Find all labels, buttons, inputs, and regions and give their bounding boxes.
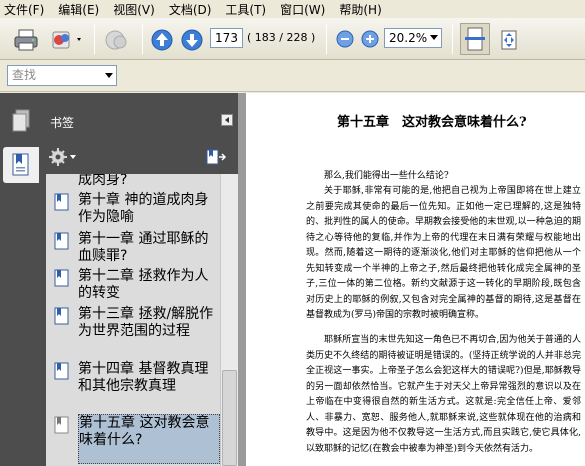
menu-file[interactable]: 文件(F) (4, 1, 44, 18)
bookmark-expand-icon (206, 149, 227, 165)
bookmark-item[interactable]: 成肉身? (78, 174, 220, 189)
expand-bookmark-button[interactable] (204, 147, 228, 167)
bookmark-icon (12, 153, 29, 176)
pages-icon (105, 30, 127, 50)
pages-button[interactable] (102, 27, 132, 53)
fit-width-button[interactable] (460, 23, 490, 55)
menu-bar: 文件(F) 编辑(E) 视图(V) 文档(D) 工具(T) 窗口(W) 帮助(H… (0, 0, 585, 18)
collapse-panel-button[interactable] (221, 114, 233, 126)
bookmark-item[interactable]: 第十二章 拯救作为人的转变 (78, 268, 220, 302)
collaborate-button[interactable] (48, 27, 86, 53)
options-button[interactable] (48, 147, 78, 167)
menu-edit[interactable]: 编辑(E) (58, 1, 99, 18)
print-button[interactable] (12, 27, 40, 53)
bookmark-item[interactable]: 第十一章 通过耶稣的血赎罪? (78, 231, 220, 265)
collaborate-icon (52, 31, 81, 49)
bookmark-label: 第十二章 拯救作为人的转变 (78, 268, 209, 301)
bookmark-icon (54, 232, 69, 250)
bookmark-label: 第十四章 基督教真理和其他宗教真理 (78, 361, 209, 394)
panel-title: 书签 (50, 116, 75, 130)
toolbar-separator (326, 24, 327, 54)
previous-page-button[interactable] (150, 27, 174, 53)
scrollbar-thumb[interactable] (222, 370, 237, 466)
bookmark-item[interactable]: 第十四章 基督教真理和其他宗教真理 (78, 361, 220, 395)
menu-tools[interactable]: 工具(T) (225, 1, 266, 18)
zoom-out-icon (336, 30, 354, 48)
paragraph: 那么,我们能得出一些什么结论? (324, 171, 449, 181)
zoom-in-button[interactable] (360, 29, 380, 49)
bookmark-item[interactable]: 第十三章 拯救/解脱作为世界范围的过程 (78, 306, 220, 340)
find-placeholder: 查找 (12, 68, 37, 82)
page-count: ( 183 / 228 ) (247, 31, 316, 44)
bookmarks-tab[interactable] (3, 147, 39, 183)
fit-width-icon (465, 27, 485, 51)
chapter-title: 第十五章 这对教会意味着什么? (337, 115, 527, 130)
menu-window[interactable]: 窗口(W) (280, 1, 325, 18)
zoom-out-button[interactable] (335, 29, 355, 49)
bookmark-item[interactable]: 第十章 神的道成肉身作为隐喻 (78, 192, 220, 226)
chevron-down-icon (430, 35, 438, 40)
chevron-down-icon (105, 73, 113, 78)
bookmarks-list: 成肉身? 第十章 神的道成肉身作为隐喻 第十一章 通过耶稣的血赎罪? 第十二章 … (42, 174, 220, 466)
gear-icon (49, 148, 76, 166)
bookmarks-scrollbar[interactable] (220, 174, 238, 466)
zoom-select[interactable]: 20.2% (384, 28, 442, 48)
menu-help[interactable]: 帮助(H) (339, 1, 381, 18)
fit-page-icon (501, 30, 517, 50)
printer-icon (14, 29, 38, 51)
bookmark-label: 第十一章 通过耶稣的血赎罪? (78, 231, 209, 264)
bookmarks-panel-tools (42, 141, 238, 174)
navigation-rail (0, 93, 42, 466)
bookmark-icon (54, 193, 69, 211)
bookmark-label: 第十五章 这对教会意味着什么? (79, 415, 210, 448)
bookmark-icon (54, 362, 69, 380)
arrow-down-icon (181, 29, 203, 51)
toolbar-separator (94, 24, 95, 54)
bookmark-icon (54, 269, 69, 287)
panel-splitter[interactable] (238, 93, 246, 466)
paragraph: 关于耶稣,非常有可能的是,他把自己视为上帝国即将在世上建立之前要完成其使命的最后… (306, 186, 581, 320)
paragraph: 耶稣所宣当的末世先知这一角色已不再切合,因为他关于普通的人类历史不久终结的期待被… (306, 335, 581, 454)
pages-tab[interactable] (3, 103, 39, 139)
page-number-input[interactable]: 173 (210, 28, 243, 48)
bookmark-label: 第十三章 拯救/解脱作为世界范围的过程 (78, 306, 214, 339)
bookmark-icon (54, 416, 69, 434)
toolbar-separator (452, 24, 453, 54)
zoom-value: 20.2% (389, 31, 428, 45)
next-page-button[interactable] (180, 27, 204, 53)
find-input[interactable]: 查找 (7, 65, 117, 86)
fit-page-button[interactable] (494, 25, 524, 55)
bookmark-label: 成肉身? (78, 174, 128, 188)
document-page: 第十五章 这对教会意味着什么? 那么,我们能得出一些什么结论? 关于耶稣,非常有… (246, 93, 585, 466)
toolbar-separator (142, 24, 143, 54)
arrow-up-icon (151, 29, 173, 51)
menu-view[interactable]: 视图(V) (113, 1, 155, 18)
zoom-in-icon (361, 30, 379, 48)
bookmark-label: 第十章 神的道成肉身作为隐喻 (78, 192, 209, 225)
bookmarks-panel-header: 书签 (42, 93, 238, 141)
menu-document[interactable]: 文档(D) (169, 1, 212, 18)
pages-icon (12, 109, 30, 132)
bookmark-item-selected[interactable]: 第十五章 这对教会意味着什么? (78, 414, 220, 464)
bookmark-icon (54, 307, 69, 325)
